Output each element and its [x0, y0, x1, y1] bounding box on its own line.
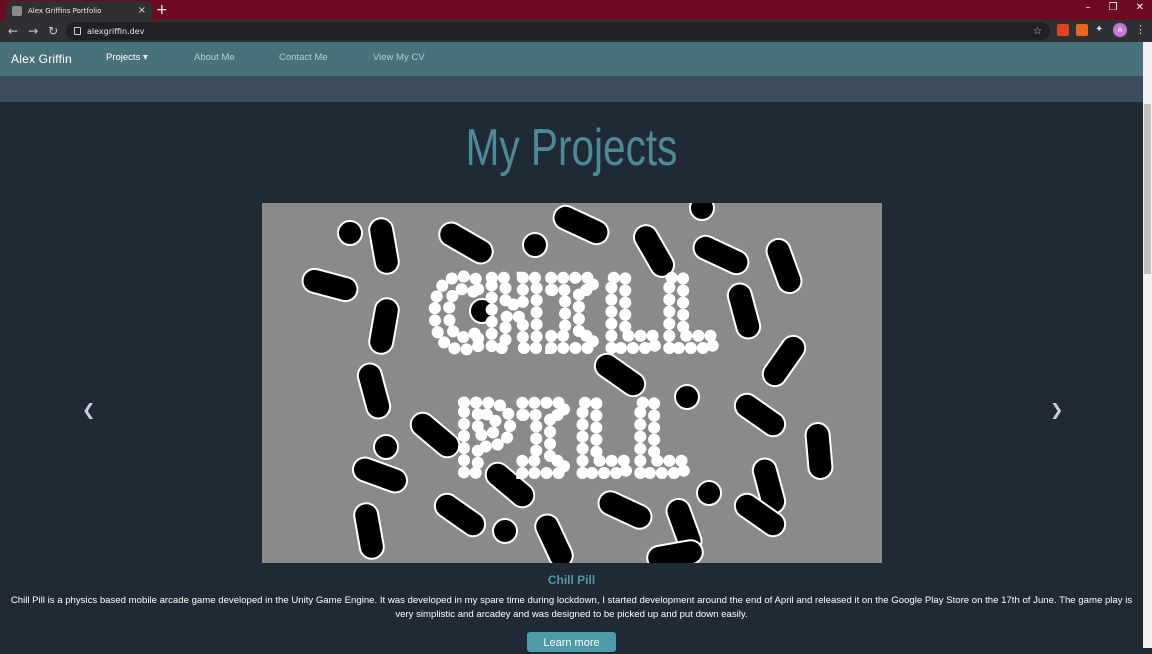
avatar[interactable]: A — [1113, 23, 1127, 37]
carousel-prev-icon[interactable]: ❮ — [82, 400, 95, 419]
nav-contact-me[interactable]: Contact Me — [279, 52, 328, 63]
chill-pill-artwork: CHILL PILL — [301, 203, 834, 563]
browser-titlebar: Alex Griffins Portfolio × + – ❐ ✕ — [0, 0, 1152, 20]
artwork-text-chill: CHILL — [428, 259, 717, 371]
reload-icon[interactable]: ↻ — [48, 23, 58, 39]
favicon-icon — [12, 5, 22, 16]
slide-description: Chill Pill is a physics based mobile arc… — [10, 595, 1133, 620]
learn-more-button[interactable]: Learn more — [527, 632, 616, 652]
slide-title: Chill Pill — [547, 573, 596, 587]
extension-icon[interactable] — [1076, 24, 1088, 36]
tab-title: Alex Griffins Portfolio — [28, 6, 102, 15]
artwork-text-pill: PILL — [456, 384, 687, 496]
site-navbar: Alex Griffin Projects ▾ About Me Contact… — [0, 42, 1143, 76]
address-bar[interactable]: alexgriffin.dev ☆ — [66, 22, 1050, 40]
puzzle-icon[interactable]: ✦ — [1095, 24, 1107, 36]
lock-icon — [74, 27, 81, 35]
restore-icon[interactable]: ❐ — [1109, 2, 1118, 13]
nav-about-me[interactable]: About Me — [194, 52, 235, 63]
extension-icon[interactable] — [1057, 24, 1069, 36]
bookmark-star-icon[interactable]: ☆ — [1033, 26, 1042, 37]
browser-toolbar: ← → ↻ alexgriffin.dev ☆ ✦ A ⋮ — [0, 20, 1152, 42]
nav-projects[interactable]: Projects ▾ — [106, 52, 148, 63]
close-tab-icon[interactable]: × — [138, 5, 146, 16]
close-window-icon[interactable]: ✕ — [1136, 2, 1144, 13]
carousel-slide-image: CHILL PILL — [262, 203, 882, 563]
url-text: alexgriffin.dev — [87, 26, 145, 36]
menu-icon[interactable]: ⋮ — [1135, 23, 1146, 36]
nav-view-cv[interactable]: View My CV — [373, 52, 425, 63]
forward-icon[interactable]: → — [28, 23, 38, 39]
minimize-icon[interactable]: – — [1086, 2, 1091, 13]
carousel-next-icon[interactable]: ❯ — [1050, 400, 1063, 419]
new-tab-icon[interactable]: + — [156, 1, 168, 19]
site-brand[interactable]: Alex Griffin — [11, 52, 72, 66]
browser-tab[interactable]: Alex Griffins Portfolio × — [6, 1, 152, 20]
scrollbar[interactable] — [1143, 42, 1152, 648]
sub-header-band — [0, 76, 1143, 102]
back-icon[interactable]: ← — [8, 23, 18, 39]
page-title: My Projects — [465, 119, 678, 177]
scrollbar-thumb[interactable] — [1144, 104, 1151, 274]
